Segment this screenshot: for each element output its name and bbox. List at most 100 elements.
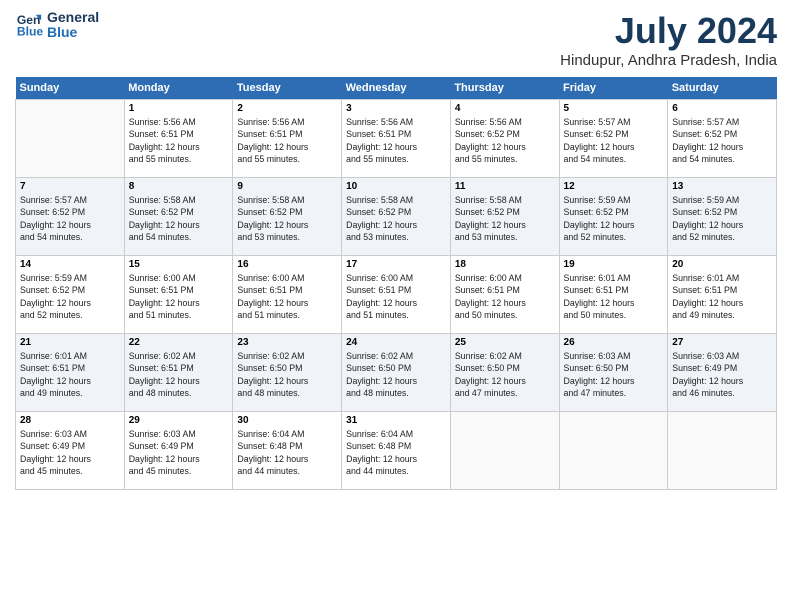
day-number: 25 (455, 337, 555, 348)
day-number: 7 (20, 181, 120, 192)
day-number: 6 (672, 103, 772, 114)
calendar-cell: 22Sunrise: 6:02 AM Sunset: 6:51 PM Dayli… (124, 334, 233, 412)
calendar-cell: 21 Sunrise: 6:01 AM Sunset: 6:51 PM Dayli… (16, 334, 125, 412)
page: Gen Blue General Blue July 2024 Hindupur… (0, 0, 792, 612)
day-number: 29 (129, 415, 229, 426)
day-number: 28 (20, 415, 120, 426)
day-info: Sunrise: 6:00 AM Sunset: 6:51 PM Dayligh… (129, 272, 229, 321)
calendar-cell: 29 Sunrise: 6:03 AM Sunset: 6:49 PM Dayli… (124, 412, 233, 490)
day-number: 17 (346, 259, 446, 270)
day-info: Sunrise: 6:04 AM Sunset: 6:48 PM Dayligh… (346, 428, 446, 477)
calendar-cell: 24Sunrise: 6:02 AM Sunset: 6:50 PM Dayli… (342, 334, 451, 412)
day-info: Sunrise: 5:58 AM Sunset: 6:52 PM Dayligh… (346, 194, 446, 243)
day-number: 10 (346, 181, 446, 192)
day-info: Sunrise: 5:57 AM Sunset: 6:52 PM Dayligh… (672, 116, 772, 165)
logo-icon: Gen Blue (15, 11, 43, 39)
day-info: Sunrise: 6:01 AM Sunset: 6:51 PM Dayligh… (20, 350, 120, 399)
day-header-wednesday: Wednesday (342, 77, 451, 100)
calendar-table: SundayMondayTuesdayWednesdayThursdayFrid… (15, 77, 777, 490)
day-number: 3 (346, 103, 446, 114)
day-number: 23 (237, 337, 337, 348)
calendar-cell: 25 Sunrise: 6:02 AM Sunset: 6:50 PM Dayli… (450, 334, 559, 412)
day-info: Sunrise: 6:03 AM Sunset: 6:49 PM Dayligh… (672, 350, 772, 399)
calendar-cell: 7 Sunrise: 5:57 AM Sunset: 6:52 PM Daylig… (16, 178, 125, 256)
calendar-cell: 18Sunrise: 6:00 AM Sunset: 6:51 PM Dayli… (450, 256, 559, 334)
day-info: Sunrise: 5:56 AM Sunset: 6:52 PM Dayligh… (455, 116, 555, 165)
calendar-cell: 1Sunrise: 5:56 AM Sunset: 6:51 PM Daylig… (124, 100, 233, 178)
day-number: 14 (20, 259, 120, 270)
day-header-tuesday: Tuesday (233, 77, 342, 100)
day-info: Sunrise: 5:58 AM Sunset: 6:52 PM Dayligh… (129, 194, 229, 243)
calendar-cell: 4 Sunrise: 5:56 AM Sunset: 6:52 PM Daylig… (450, 100, 559, 178)
header: Gen Blue General Blue July 2024 Hindupur… (15, 10, 777, 69)
day-header-thursday: Thursday (450, 77, 559, 100)
day-number: 11 (455, 181, 555, 192)
day-info: Sunrise: 6:00 AM Sunset: 6:51 PM Dayligh… (346, 272, 446, 321)
calendar-cell (668, 412, 777, 490)
calendar-week-row: 14 Sunrise: 5:59 AM Sunset: 6:52 PM Dayli… (16, 256, 777, 334)
calendar-cell: 27 Sunrise: 6:03 AM Sunset: 6:49 PM Dayli… (668, 334, 777, 412)
calendar-cell: 13Sunrise: 5:59 AM Sunset: 6:52 PM Dayli… (668, 178, 777, 256)
day-info: Sunrise: 5:59 AM Sunset: 6:52 PM Dayligh… (672, 194, 772, 243)
calendar-cell: 9 Sunrise: 5:58 AM Sunset: 6:52 PM Daylig… (233, 178, 342, 256)
calendar-week-row: 28 Sunrise: 6:03 AM Sunset: 6:49 PM Dayli… (16, 412, 777, 490)
logo-text-blue: Blue (47, 25, 99, 40)
calendar-cell: 10 Sunrise: 5:58 AM Sunset: 6:52 PM Dayli… (342, 178, 451, 256)
day-info: Sunrise: 5:57 AM Sunset: 6:52 PM Dayligh… (20, 194, 120, 243)
day-number: 2 (237, 103, 337, 114)
day-info: Sunrise: 6:02 AM Sunset: 6:50 PM Dayligh… (455, 350, 555, 399)
day-number: 5 (564, 103, 664, 114)
day-number: 8 (129, 181, 229, 192)
day-info: Sunrise: 6:04 AM Sunset: 6:48 PM Dayligh… (237, 428, 337, 477)
calendar-cell: 12Sunrise: 5:59 AM Sunset: 6:52 PM Dayli… (559, 178, 668, 256)
calendar-cell: 6 Sunrise: 5:57 AM Sunset: 6:52 PM Daylig… (668, 100, 777, 178)
day-info: Sunrise: 5:59 AM Sunset: 6:52 PM Dayligh… (20, 272, 120, 321)
day-number: 18 (455, 259, 555, 270)
calendar-week-row: 1Sunrise: 5:56 AM Sunset: 6:51 PM Daylig… (16, 100, 777, 178)
day-info: Sunrise: 5:58 AM Sunset: 6:52 PM Dayligh… (455, 194, 555, 243)
day-header-sunday: Sunday (16, 77, 125, 100)
calendar-week-row: 21 Sunrise: 6:01 AM Sunset: 6:51 PM Dayli… (16, 334, 777, 412)
calendar-cell: 26 Sunrise: 6:03 AM Sunset: 6:50 PM Dayli… (559, 334, 668, 412)
day-number: 30 (237, 415, 337, 426)
day-info: Sunrise: 6:01 AM Sunset: 6:51 PM Dayligh… (564, 272, 664, 321)
day-number: 31 (346, 415, 446, 426)
calendar-cell: 5 Sunrise: 5:57 AM Sunset: 6:52 PM Daylig… (559, 100, 668, 178)
logo-text-general: General (47, 10, 99, 25)
day-info: Sunrise: 5:56 AM Sunset: 6:51 PM Dayligh… (129, 116, 229, 165)
day-number: 21 (20, 337, 120, 348)
svg-text:Blue: Blue (17, 25, 43, 39)
day-number: 26 (564, 337, 664, 348)
calendar-cell: 15 Sunrise: 6:00 AM Sunset: 6:51 PM Dayli… (124, 256, 233, 334)
day-number: 9 (237, 181, 337, 192)
main-title: July 2024 (560, 10, 777, 52)
day-info: Sunrise: 6:02 AM Sunset: 6:50 PM Dayligh… (237, 350, 337, 399)
calendar-cell (450, 412, 559, 490)
calendar-cell: 28 Sunrise: 6:03 AM Sunset: 6:49 PM Dayli… (16, 412, 125, 490)
calendar-cell: 17 Sunrise: 6:00 AM Sunset: 6:51 PM Dayli… (342, 256, 451, 334)
day-number: 15 (129, 259, 229, 270)
calendar-cell: 16Sunrise: 6:00 AM Sunset: 6:51 PM Dayli… (233, 256, 342, 334)
calendar-cell (16, 100, 125, 178)
day-number: 20 (672, 259, 772, 270)
day-header-friday: Friday (559, 77, 668, 100)
calendar-cell: 8 Sunrise: 5:58 AM Sunset: 6:52 PM Daylig… (124, 178, 233, 256)
day-info: Sunrise: 6:01 AM Sunset: 6:51 PM Dayligh… (672, 272, 772, 321)
day-info: Sunrise: 5:57 AM Sunset: 6:52 PM Dayligh… (564, 116, 664, 165)
calendar-cell: 23 Sunrise: 6:02 AM Sunset: 6:50 PM Dayli… (233, 334, 342, 412)
day-info: Sunrise: 6:03 AM Sunset: 6:50 PM Dayligh… (564, 350, 664, 399)
day-number: 12 (564, 181, 664, 192)
day-info: Sunrise: 6:03 AM Sunset: 6:49 PM Dayligh… (129, 428, 229, 477)
calendar-cell: 31 Sunrise: 6:04 AM Sunset: 6:48 PM Dayli… (342, 412, 451, 490)
day-number: 19 (564, 259, 664, 270)
day-number: 27 (672, 337, 772, 348)
calendar-cell: 20 Sunrise: 6:01 AM Sunset: 6:51 PM Dayli… (668, 256, 777, 334)
calendar-header-row: SundayMondayTuesdayWednesdayThursdayFrid… (16, 77, 777, 100)
day-info: Sunrise: 6:02 AM Sunset: 6:51 PM Dayligh… (129, 350, 229, 399)
day-info: Sunrise: 6:02 AM Sunset: 6:50 PM Dayligh… (346, 350, 446, 399)
day-info: Sunrise: 6:00 AM Sunset: 6:51 PM Dayligh… (237, 272, 337, 321)
day-info: Sunrise: 5:58 AM Sunset: 6:52 PM Dayligh… (237, 194, 337, 243)
calendar-cell: 19 Sunrise: 6:01 AM Sunset: 6:51 PM Dayli… (559, 256, 668, 334)
day-info: Sunrise: 6:03 AM Sunset: 6:49 PM Dayligh… (20, 428, 120, 477)
day-number: 4 (455, 103, 555, 114)
